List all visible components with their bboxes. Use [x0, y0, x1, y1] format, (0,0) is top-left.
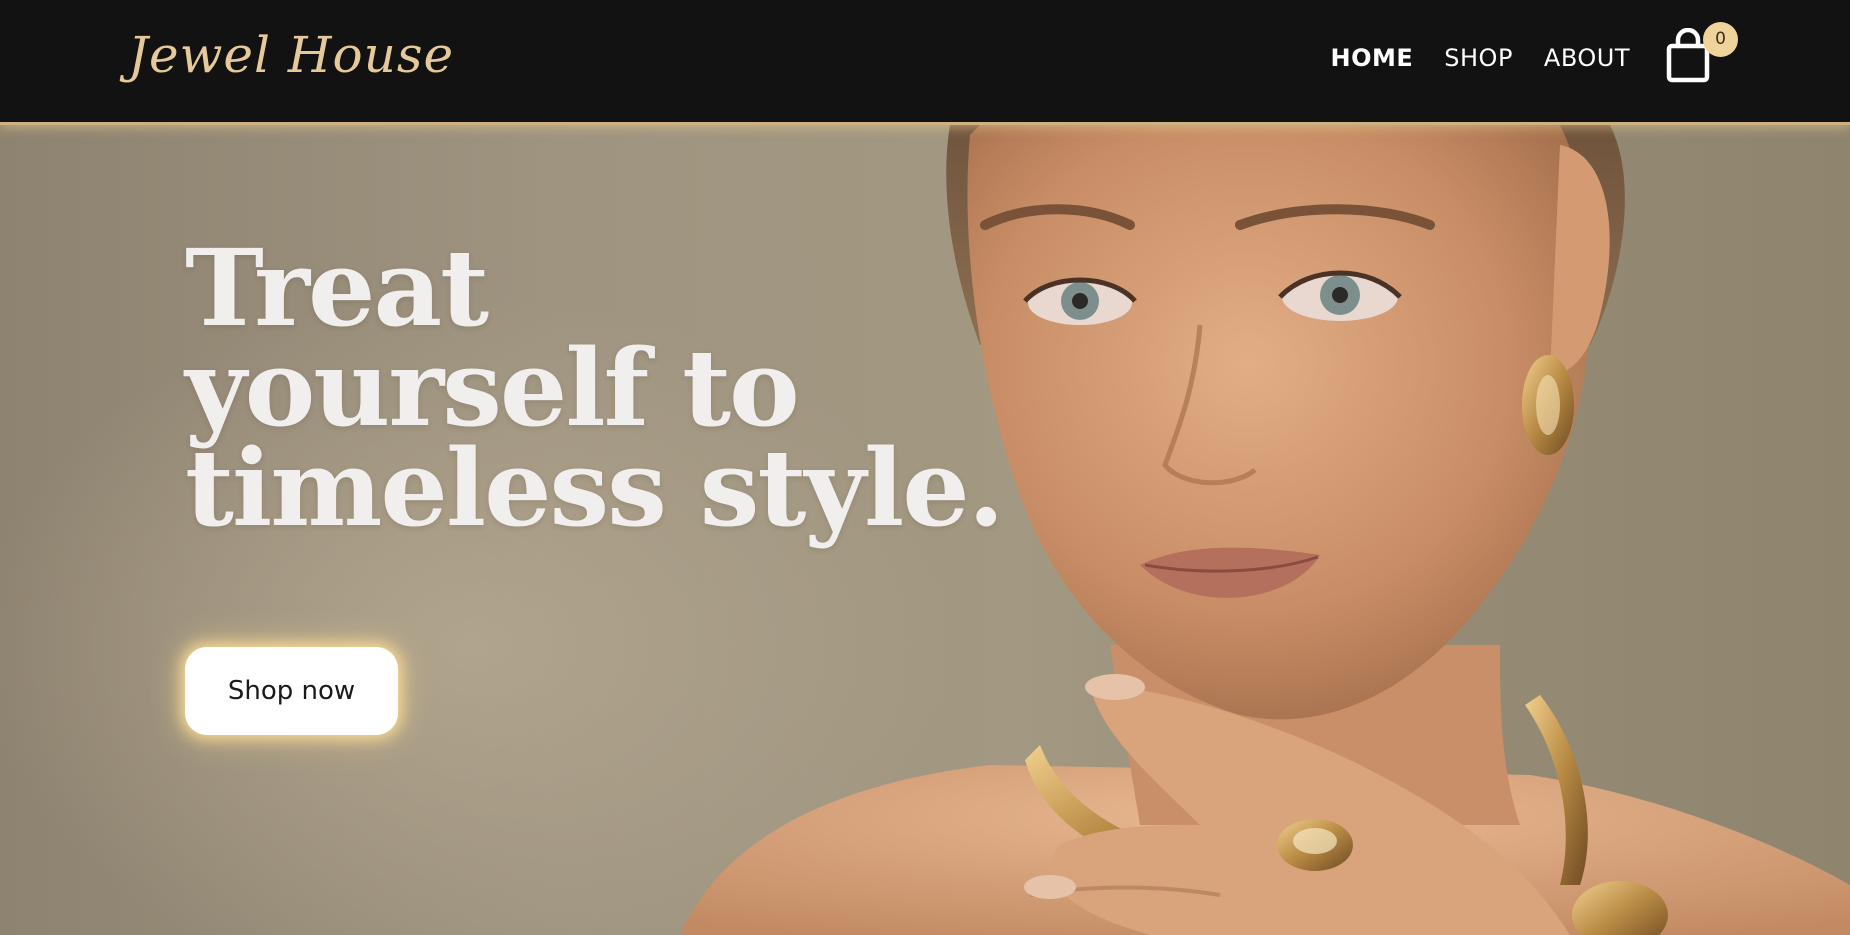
main-nav: HOME SHOP ABOUT — [1331, 44, 1631, 72]
hero-headline-line-3: timeless style. — [185, 425, 1005, 550]
brand-logo[interactable]: Jewel House — [128, 26, 454, 84]
page: Jewel House HOME SHOP ABOUT 0 Treat your… — [0, 0, 1850, 935]
cart-count-badge: 0 — [1703, 22, 1738, 57]
shop-now-button[interactable]: Shop now — [185, 647, 398, 735]
hero-section: Treat yourself to timeless style. Shop n… — [0, 125, 1850, 935]
nav-about-link[interactable]: ABOUT — [1544, 44, 1630, 72]
nav-shop-link[interactable]: SHOP — [1444, 44, 1513, 72]
hero-headline-line-2: yourself to — [185, 325, 800, 450]
nav-home-link[interactable]: HOME — [1331, 44, 1414, 72]
hero-headline: Treat yourself to timeless style. — [185, 225, 1005, 550]
site-header: Jewel House HOME SHOP ABOUT 0 — [0, 0, 1850, 125]
hero-headline-line-1: Treat — [185, 225, 489, 350]
cart-button[interactable]: 0 — [1666, 22, 1738, 88]
